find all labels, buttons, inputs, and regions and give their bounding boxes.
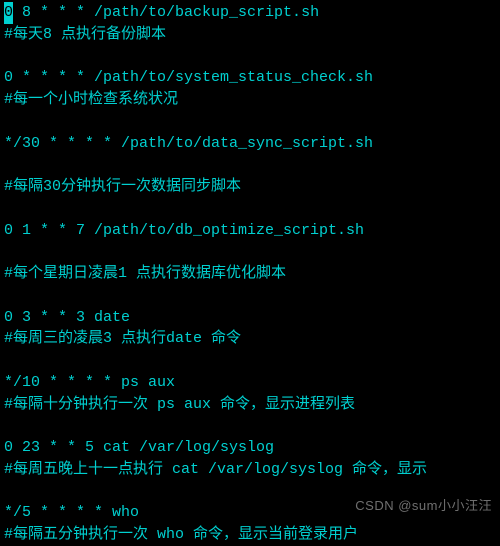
blank-line xyxy=(4,415,496,437)
crontab-comment-4: #每个星期日凌晨1 点执行数据库优化脚本 xyxy=(4,263,496,285)
crontab-comment-7: #每周五晚上十一点执行 cat /var/log/syslog 命令，显示 xyxy=(4,459,496,481)
line-text: 8 * * * /path/to/backup_script.sh xyxy=(13,4,319,21)
crontab-line-2: 0 * * * * /path/to/system_status_check.s… xyxy=(4,67,496,89)
blank-line xyxy=(4,350,496,372)
crontab-comment-8: #每隔五分钟执行一次 who 命令，显示当前登录用户 xyxy=(4,524,496,546)
cursor: 0 xyxy=(4,2,13,24)
crontab-line-6: */10 * * * * ps aux xyxy=(4,372,496,394)
crontab-comment-3: #每隔30分钟执行一次数据同步脚本 xyxy=(4,176,496,198)
blank-line xyxy=(4,198,496,220)
crontab-line-7: 0 23 * * 5 cat /var/log/syslog xyxy=(4,437,496,459)
blank-line xyxy=(4,154,496,176)
crontab-comment-6: #每隔十分钟执行一次 ps aux 命令，显示进程列表 xyxy=(4,394,496,416)
blank-line xyxy=(4,46,496,68)
crontab-line-4: 0 1 * * 7 /path/to/db_optimize_script.sh xyxy=(4,220,496,242)
watermark-text: CSDN @sum小小汪汪 xyxy=(355,497,492,516)
blank-line xyxy=(4,285,496,307)
blank-line xyxy=(4,241,496,263)
crontab-line-1: 0 8 * * * /path/to/backup_script.sh xyxy=(4,2,496,24)
crontab-line-3: */30 * * * * /path/to/data_sync_script.s… xyxy=(4,133,496,155)
crontab-comment-1: #每天8 点执行备份脚本 xyxy=(4,24,496,46)
blank-line xyxy=(4,111,496,133)
crontab-comment-5: #每周三的凌晨3 点执行date 命令 xyxy=(4,328,496,350)
crontab-comment-2: #每一个小时检查系统状况 xyxy=(4,89,496,111)
crontab-line-5: 0 3 * * 3 date xyxy=(4,307,496,329)
